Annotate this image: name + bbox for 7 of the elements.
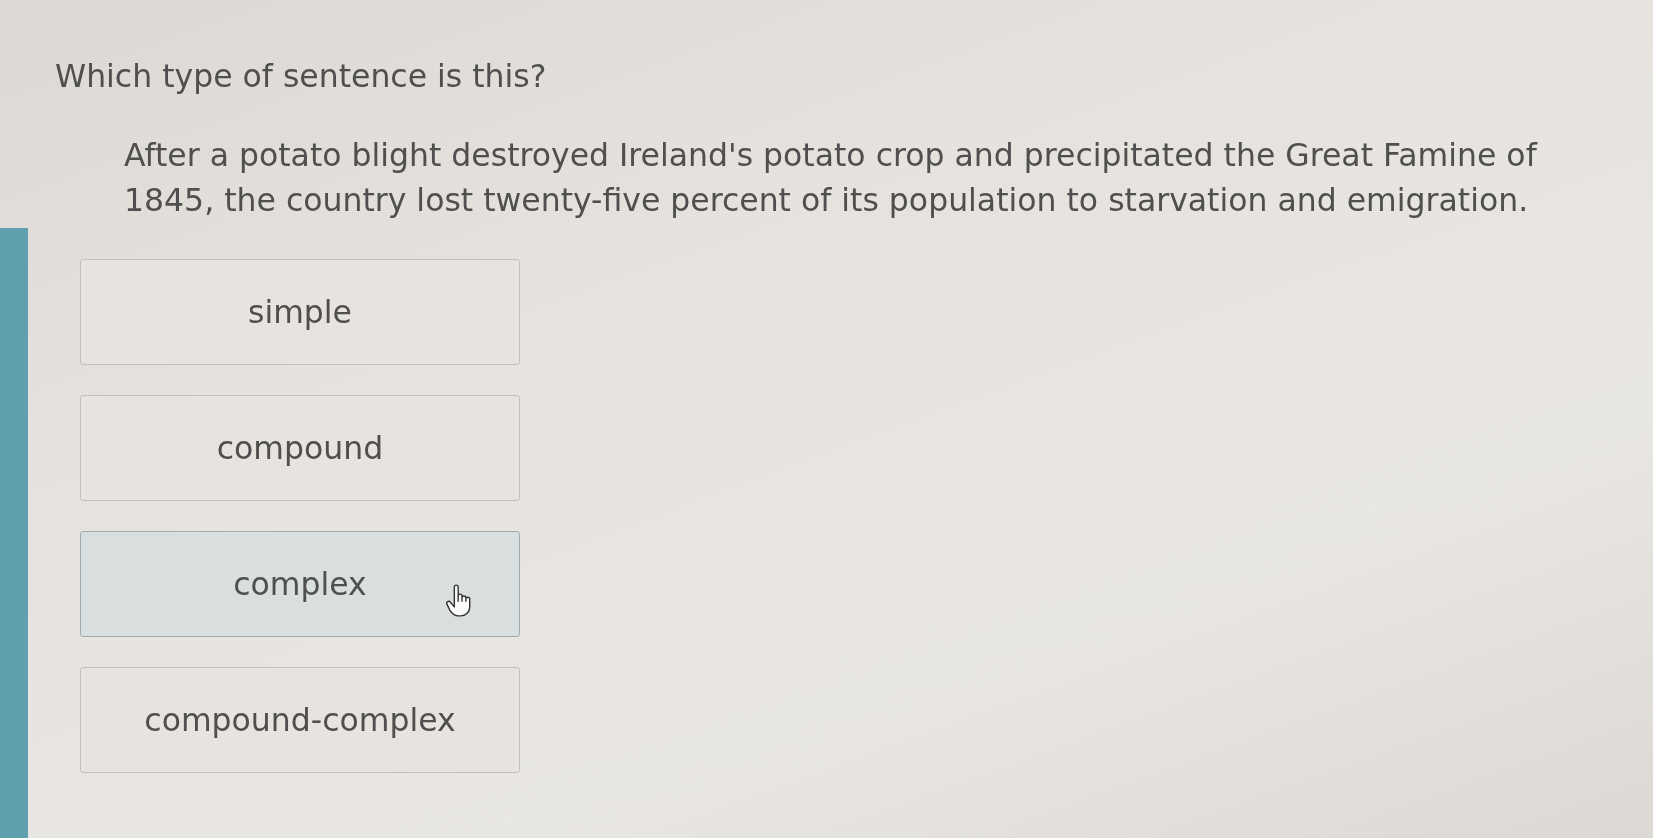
sentence-text: After a potato blight destroyed Ireland's potato crop and precipitated the Great Famine of 1845, the country lost twenty-five percent of its population to starvation and emigration. bbox=[124, 136, 1539, 220]
question-text: Which type of sentence is this? bbox=[55, 57, 548, 95]
answer-option[interactable]: complex bbox=[80, 531, 520, 637]
answer-option[interactable]: compound-complex bbox=[80, 667, 520, 773]
hand-cursor-icon bbox=[446, 584, 471, 617]
answer-option[interactable]: compound bbox=[80, 395, 520, 501]
answer-option[interactable]: simple bbox=[80, 259, 520, 365]
